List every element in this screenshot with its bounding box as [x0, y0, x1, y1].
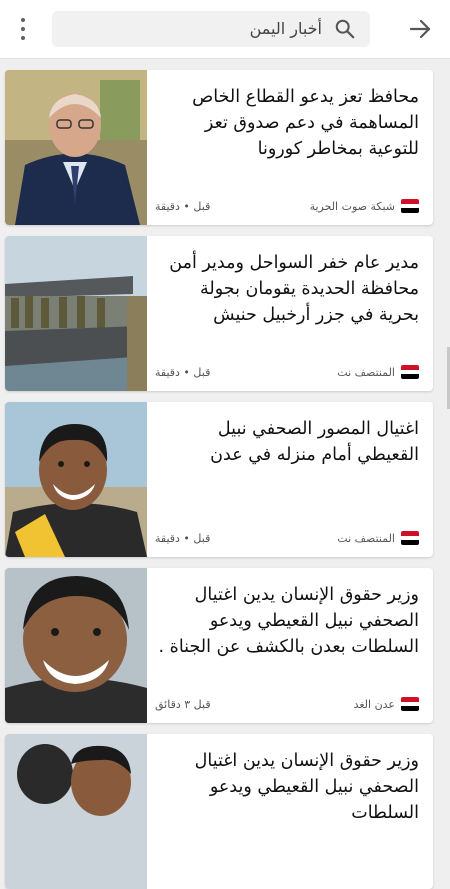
news-card[interactable]: وزير حقوق الإنسان يدين اغتيال الصحفي نبي… — [5, 734, 433, 889]
article-headline[interactable]: اغتيال المصور الصحفي نبيل القعيطي أمام م… — [157, 416, 419, 468]
search-bar[interactable]: أخبار اليمن — [52, 11, 370, 47]
search-query[interactable]: أخبار اليمن — [250, 19, 322, 38]
yemen-flag-icon — [401, 199, 419, 213]
source-name: عدن الغد — [353, 697, 395, 711]
news-card[interactable]: اغتيال المصور الصحفي نبيل القعيطي أمام م… — [5, 402, 433, 557]
top-app-bar: أخبار اليمن — [0, 0, 450, 59]
article-source: المنتصف نت — [337, 365, 419, 379]
article-thumbnail — [5, 402, 147, 557]
source-name: شبكة صوت الحرية — [309, 199, 395, 213]
article-headline[interactable]: مدير عام خفر السواحل ومدير أمن محافظة ال… — [157, 250, 419, 328]
yemen-flag-icon — [401, 531, 419, 545]
article-thumbnail — [5, 568, 147, 723]
article-time: قبل • دقيقة — [155, 200, 211, 213]
article-time: قبل ٣ دقائق — [155, 698, 211, 711]
source-name: المنتصف نت — [337, 365, 395, 379]
article-headline[interactable]: وزير حقوق الإنسان يدين اغتيال الصحفي نبي… — [157, 582, 419, 660]
back-arrow-icon[interactable] — [408, 17, 432, 41]
search-icon[interactable] — [334, 18, 356, 40]
article-headline[interactable]: محافظ تعز يدعو القطاع الخاص المساهمة في … — [157, 84, 419, 162]
news-card[interactable]: محافظ تعز يدعو القطاع الخاص المساهمة في … — [5, 70, 433, 225]
article-source: شبكة صوت الحرية — [310, 199, 419, 213]
news-card[interactable]: مدير عام خفر السواحل ومدير أمن محافظة ال… — [5, 236, 433, 391]
yemen-flag-icon — [401, 697, 419, 711]
article-thumbnail — [5, 734, 147, 889]
yemen-flag-icon — [401, 365, 419, 379]
news-card[interactable]: وزير حقوق الإنسان يدين اغتيال الصحفي نبي… — [5, 568, 433, 723]
article-headline[interactable]: وزير حقوق الإنسان يدين اغتيال الصحفي نبي… — [157, 748, 419, 826]
article-thumbnail — [5, 236, 147, 391]
article-source: عدن الغد — [354, 697, 419, 711]
article-time: قبل • دقيقة — [155, 366, 211, 379]
article-source: المنتصف نت — [337, 531, 419, 545]
more-options-icon[interactable] — [14, 18, 32, 40]
article-thumbnail — [5, 70, 147, 225]
source-name: المنتصف نت — [337, 531, 395, 545]
article-time: قبل • دقيقة — [155, 532, 211, 545]
